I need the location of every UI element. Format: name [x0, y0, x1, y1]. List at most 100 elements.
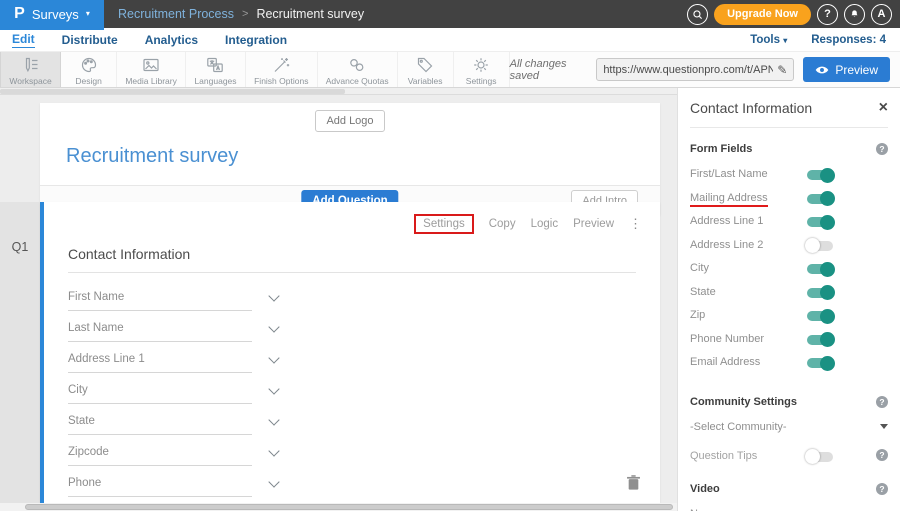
panel-title: Contact Information	[690, 100, 812, 116]
tab-distribute[interactable]: Distribute	[62, 33, 118, 47]
toggle-row-address-line-1: Address Line 1	[690, 212, 888, 236]
toggle-row-zip: Zip	[690, 306, 888, 330]
help-button[interactable]: ?	[817, 4, 838, 25]
toggle-address-line-2[interactable]	[807, 241, 833, 251]
toggle-state[interactable]	[807, 288, 833, 298]
help-icon[interactable]: ?	[876, 449, 888, 461]
tab-integration[interactable]: Integration	[225, 33, 287, 47]
top-horizontal-scrollbar[interactable]	[0, 88, 677, 95]
toggle-first-last-name[interactable]	[807, 170, 833, 180]
question-number: Q1	[0, 240, 40, 254]
toolbar-item-advance-quotas[interactable]: Advance Quotas	[318, 52, 398, 87]
question-settings-button[interactable]: Settings	[414, 214, 474, 234]
chain-links-icon	[347, 55, 367, 75]
breadcrumb-separator: >	[242, 8, 248, 20]
surveys-menu-underline	[0, 28, 104, 30]
community-select[interactable]: -Select Community-	[690, 421, 888, 433]
save-status: All changes saved	[510, 58, 588, 82]
trash-icon	[627, 475, 640, 490]
responses-count[interactable]: Responses: 4	[811, 34, 886, 46]
search-icon	[692, 9, 703, 20]
eye-icon	[815, 65, 829, 75]
toolbar-item-media-library[interactable]: Media Library	[117, 52, 186, 87]
toolbar-right: All changes saved https://www.questionpr…	[510, 52, 900, 87]
scrollbar-thumb[interactable]	[25, 504, 673, 510]
video-select[interactable]: None	[690, 508, 888, 511]
tab-edit[interactable]: Edit	[12, 32, 35, 48]
toolbar-item-design[interactable]: Design	[61, 52, 117, 87]
toolbar-item-variables[interactable]: Variables	[398, 52, 454, 87]
tools-menu[interactable]: Tools ▾	[750, 34, 787, 46]
close-icon[interactable]: ×	[879, 100, 888, 116]
video-heading: Video	[690, 483, 720, 495]
chevron-down-icon	[880, 424, 888, 429]
toggle-email-address[interactable]	[807, 358, 833, 368]
avatar[interactable]: A	[871, 4, 892, 25]
toolbar-item-workspace[interactable]: Workspace	[0, 52, 61, 87]
toggle-row-mailing-address: Mailing Address	[690, 189, 888, 213]
gear-icon	[471, 55, 491, 75]
search-button[interactable]	[687, 4, 708, 25]
delete-question-button[interactable]	[627, 475, 640, 495]
field-state[interactable]: State	[68, 413, 252, 435]
translate-icon	[205, 55, 225, 75]
toggle-address-line-1[interactable]	[807, 217, 833, 227]
chevron-down-icon: ▾	[86, 10, 90, 18]
help-icon[interactable]: ?	[876, 143, 888, 155]
top-bar: P Surveys ▾ Recruitment Process > Recrui…	[0, 0, 900, 28]
question-preview-button[interactable]: Preview	[573, 218, 614, 230]
toolbar-item-languages[interactable]: Languages	[186, 52, 246, 87]
survey-nav: Edit Distribute Analytics Integration To…	[0, 28, 900, 51]
field-address-line-1[interactable]: Address Line 1	[68, 351, 252, 373]
toggle-row-state: State	[690, 283, 888, 307]
question-card[interactable]: Settings Copy Logic Preview ⋮ Contact In…	[40, 202, 660, 503]
tag-icon	[415, 55, 435, 75]
breadcrumb-folder[interactable]: Recruitment Process	[118, 7, 234, 21]
chevron-down-icon[interactable]	[268, 321, 279, 332]
workspace-icon	[21, 55, 41, 75]
question-logic-button[interactable]: Logic	[531, 218, 559, 230]
kebab-menu-icon[interactable]: ⋮	[629, 216, 642, 232]
upgrade-now-button[interactable]: Upgrade Now	[714, 4, 811, 25]
breadcrumb: Recruitment Process > Recruitment survey	[118, 7, 364, 21]
tab-analytics[interactable]: Analytics	[145, 33, 198, 47]
toggle-zip[interactable]	[807, 311, 833, 321]
panel-divider	[690, 127, 888, 128]
palette-icon	[79, 55, 99, 75]
survey-url: https://www.questionpro.com/t/APNrFZ	[603, 64, 773, 76]
toggle-city[interactable]	[807, 264, 833, 274]
image-icon	[141, 55, 161, 75]
field-last-name[interactable]: Last Name	[68, 320, 252, 342]
notifications-button[interactable]	[844, 4, 865, 25]
field-first-name[interactable]: First Name	[68, 289, 252, 311]
survey-url-field[interactable]: https://www.questionpro.com/t/APNrFZ ✎	[596, 58, 794, 81]
chevron-down-icon[interactable]	[268, 414, 279, 425]
question-copy-button[interactable]: Copy	[489, 218, 516, 230]
toggle-phone-number[interactable]	[807, 335, 833, 345]
survey-title[interactable]: Recruitment survey	[40, 132, 660, 185]
chevron-down-icon[interactable]	[268, 290, 279, 301]
surveys-menu[interactable]: P Surveys ▾	[0, 0, 104, 28]
edit-url-icon[interactable]: ✎	[777, 63, 787, 77]
help-icon[interactable]: ?	[876, 396, 888, 408]
field-phone[interactable]: Phone	[68, 475, 252, 497]
help-icon[interactable]: ?	[876, 483, 888, 495]
preview-button[interactable]: Preview	[803, 57, 890, 82]
scrollbar-thumb[interactable]	[0, 89, 345, 94]
surveys-label: Surveys	[32, 7, 79, 22]
chevron-down-icon[interactable]	[268, 445, 279, 456]
toolbar-item-settings[interactable]: Settings	[454, 52, 510, 87]
breadcrumb-survey-name: Recruitment survey	[256, 7, 364, 21]
chevron-down-icon[interactable]	[268, 352, 279, 363]
field-city[interactable]: City	[68, 382, 252, 404]
bottom-horizontal-scrollbar[interactable]	[0, 503, 677, 511]
chevron-down-icon[interactable]	[268, 383, 279, 394]
field-zipcode[interactable]: Zipcode	[68, 444, 252, 466]
toggle-mailing-address[interactable]	[807, 194, 833, 204]
chevron-down-icon[interactable]	[268, 476, 279, 487]
toggle-question-tips[interactable]	[807, 452, 833, 462]
contact-form-fields: First Name Last Name Address Line 1 City…	[68, 289, 252, 511]
toolbar-item-finish-options[interactable]: Finish Options	[246, 52, 318, 87]
question-title[interactable]: Contact Information	[68, 246, 636, 273]
add-logo-button[interactable]: Add Logo	[315, 110, 384, 132]
